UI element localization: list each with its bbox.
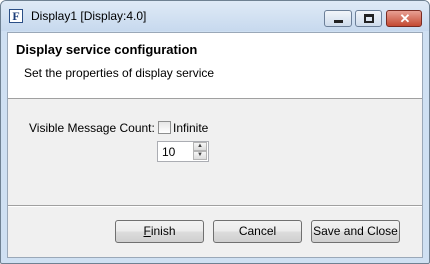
maximize-button[interactable] xyxy=(355,10,382,27)
close-icon: ✕ xyxy=(399,11,411,26)
cancel-button[interactable]: Cancel xyxy=(213,220,302,243)
finish-button[interactable]: Finish xyxy=(115,220,204,243)
wizard-header: Display service configuration Set the pr… xyxy=(8,33,422,99)
dialog-window: F Display1 [Display:4.0] ✕ Display servi… xyxy=(0,0,430,264)
close-button[interactable]: ✕ xyxy=(386,10,422,27)
save-and-close-button[interactable]: Save and Close xyxy=(311,220,400,243)
spinner-up-button[interactable]: ▲ xyxy=(193,142,207,151)
message-count-input[interactable] xyxy=(162,145,192,159)
button-separator xyxy=(8,205,422,207)
down-arrow-icon: ▼ xyxy=(197,152,203,158)
finish-label: inish xyxy=(150,224,176,238)
up-arrow-icon: ▲ xyxy=(197,143,203,149)
minimize-icon xyxy=(334,20,343,23)
page-title: Display service configuration xyxy=(16,42,198,57)
message-count-spinner: ▲ ▼ xyxy=(157,141,209,162)
minimize-button[interactable] xyxy=(324,10,352,27)
spinner-down-button[interactable]: ▼ xyxy=(193,151,207,160)
page-description: Set the properties of display service xyxy=(24,66,215,80)
infinite-checkbox[interactable] xyxy=(158,121,171,134)
dialog-body: Display service configuration Set the pr… xyxy=(7,32,423,258)
app-f-icon: F xyxy=(9,9,23,23)
visible-message-count-label: Visible Message Count: xyxy=(29,121,155,135)
infinite-label[interactable]: Infinite xyxy=(173,121,208,135)
maximize-icon xyxy=(364,14,374,23)
title-bar[interactable]: F Display1 [Display:4.0] ✕ xyxy=(1,1,429,31)
finish-mnemonic: F xyxy=(143,224,151,238)
window-title: Display1 [Display:4.0] xyxy=(31,9,147,23)
